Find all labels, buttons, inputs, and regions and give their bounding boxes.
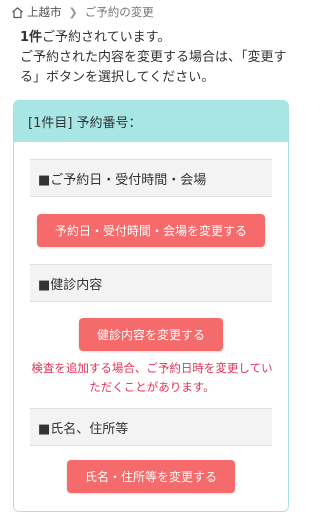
- checkup-change-note: 検査を追加する場合、ご予約日時を変更していただくことがあります。: [31, 361, 273, 394]
- reservation-count: 1件: [20, 30, 43, 45]
- intro-text: 1件ご予約されています。 ご予約された内容を変更する場合は、「変更する」ボタンを…: [20, 28, 290, 88]
- reservation-card: [1件目] 予約番号： ■ご予約日・受付時間・会場 予約日・受付時間・会場を変更…: [13, 100, 289, 512]
- breadcrumb-home-link[interactable]: 上越市: [11, 4, 62, 20]
- breadcrumb: 上越市 ❯ ご予約の変更: [11, 3, 154, 21]
- section-label-name-address: ■氏名、住所等: [30, 408, 272, 446]
- intro-instruction: ご予約された内容を変更する場合は、「変更する」ボタンを選択してください。: [20, 50, 287, 85]
- chevron-right-icon: ❯: [68, 5, 78, 19]
- breadcrumb-home-label: 上越市: [27, 5, 62, 19]
- change-name-address-button[interactable]: 氏名・住所等を変更する: [67, 460, 235, 493]
- reservation-card-header: [1件目] 予約番号：: [14, 101, 288, 142]
- section-label-checkup-content: ■健診内容: [30, 264, 272, 302]
- section-label-date-time-venue: ■ご予約日・受付時間・会場: [30, 159, 272, 197]
- breadcrumb-current: ご予約の変更: [84, 5, 154, 19]
- change-checkup-content-button[interactable]: 健診内容を変更する: [79, 318, 223, 351]
- intro-line1: ご予約されています。: [42, 30, 171, 45]
- change-date-time-venue-button[interactable]: 予約日・受付時間・会場を変更する: [37, 214, 265, 247]
- home-icon: [11, 6, 24, 19]
